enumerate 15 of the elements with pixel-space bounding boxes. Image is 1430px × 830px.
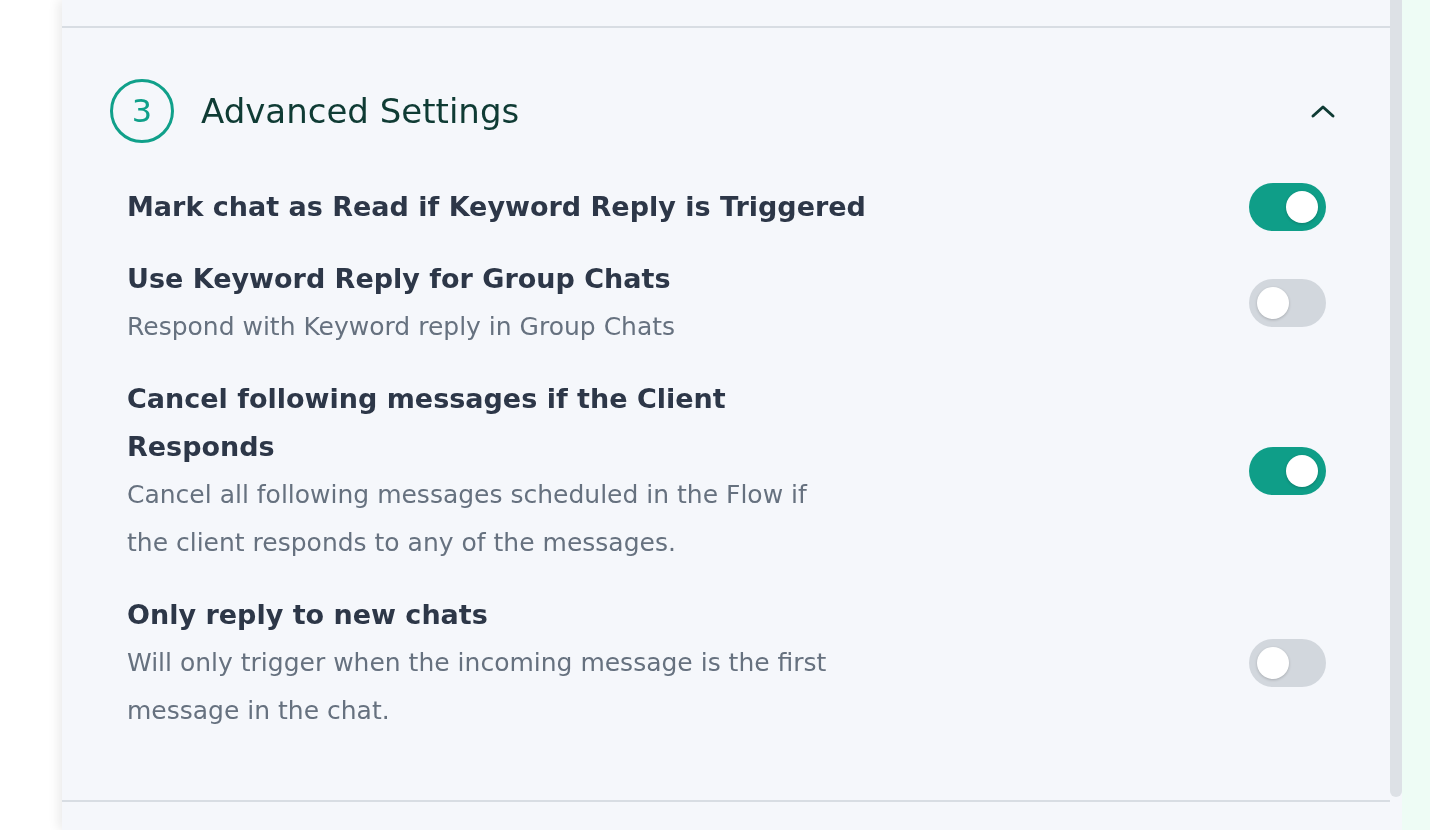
setting-label: Cancel following messages if the Client Responds xyxy=(127,382,727,464)
setting-description: Will only trigger when the incoming message is the first message in the chat. xyxy=(127,647,828,727)
toggle-switch[interactable] xyxy=(1249,639,1326,687)
setting-description: Cancel all following messages scheduled in the Flow if the client responds to any of the messages. xyxy=(127,479,809,559)
toggle-switch[interactable] xyxy=(1249,447,1326,495)
toggle-switch[interactable] xyxy=(1249,183,1326,231)
setting-label: Use Keyword Reply for Group Chats xyxy=(127,262,672,296)
chevron-icon[interactable] xyxy=(1310,103,1336,119)
scrollbar[interactable] xyxy=(1390,0,1402,797)
setting-label: Mark chat as Read if Keyword Reply is Triggered xyxy=(127,190,866,224)
section-title: Advanced Settings xyxy=(201,91,521,131)
toggle-switch[interactable] xyxy=(1249,279,1326,327)
setting-label: Only reply to new chats xyxy=(127,598,489,632)
step-number: 3 xyxy=(110,79,174,143)
setting-description: Respond with Keyword reply in Group Chats xyxy=(127,311,676,343)
